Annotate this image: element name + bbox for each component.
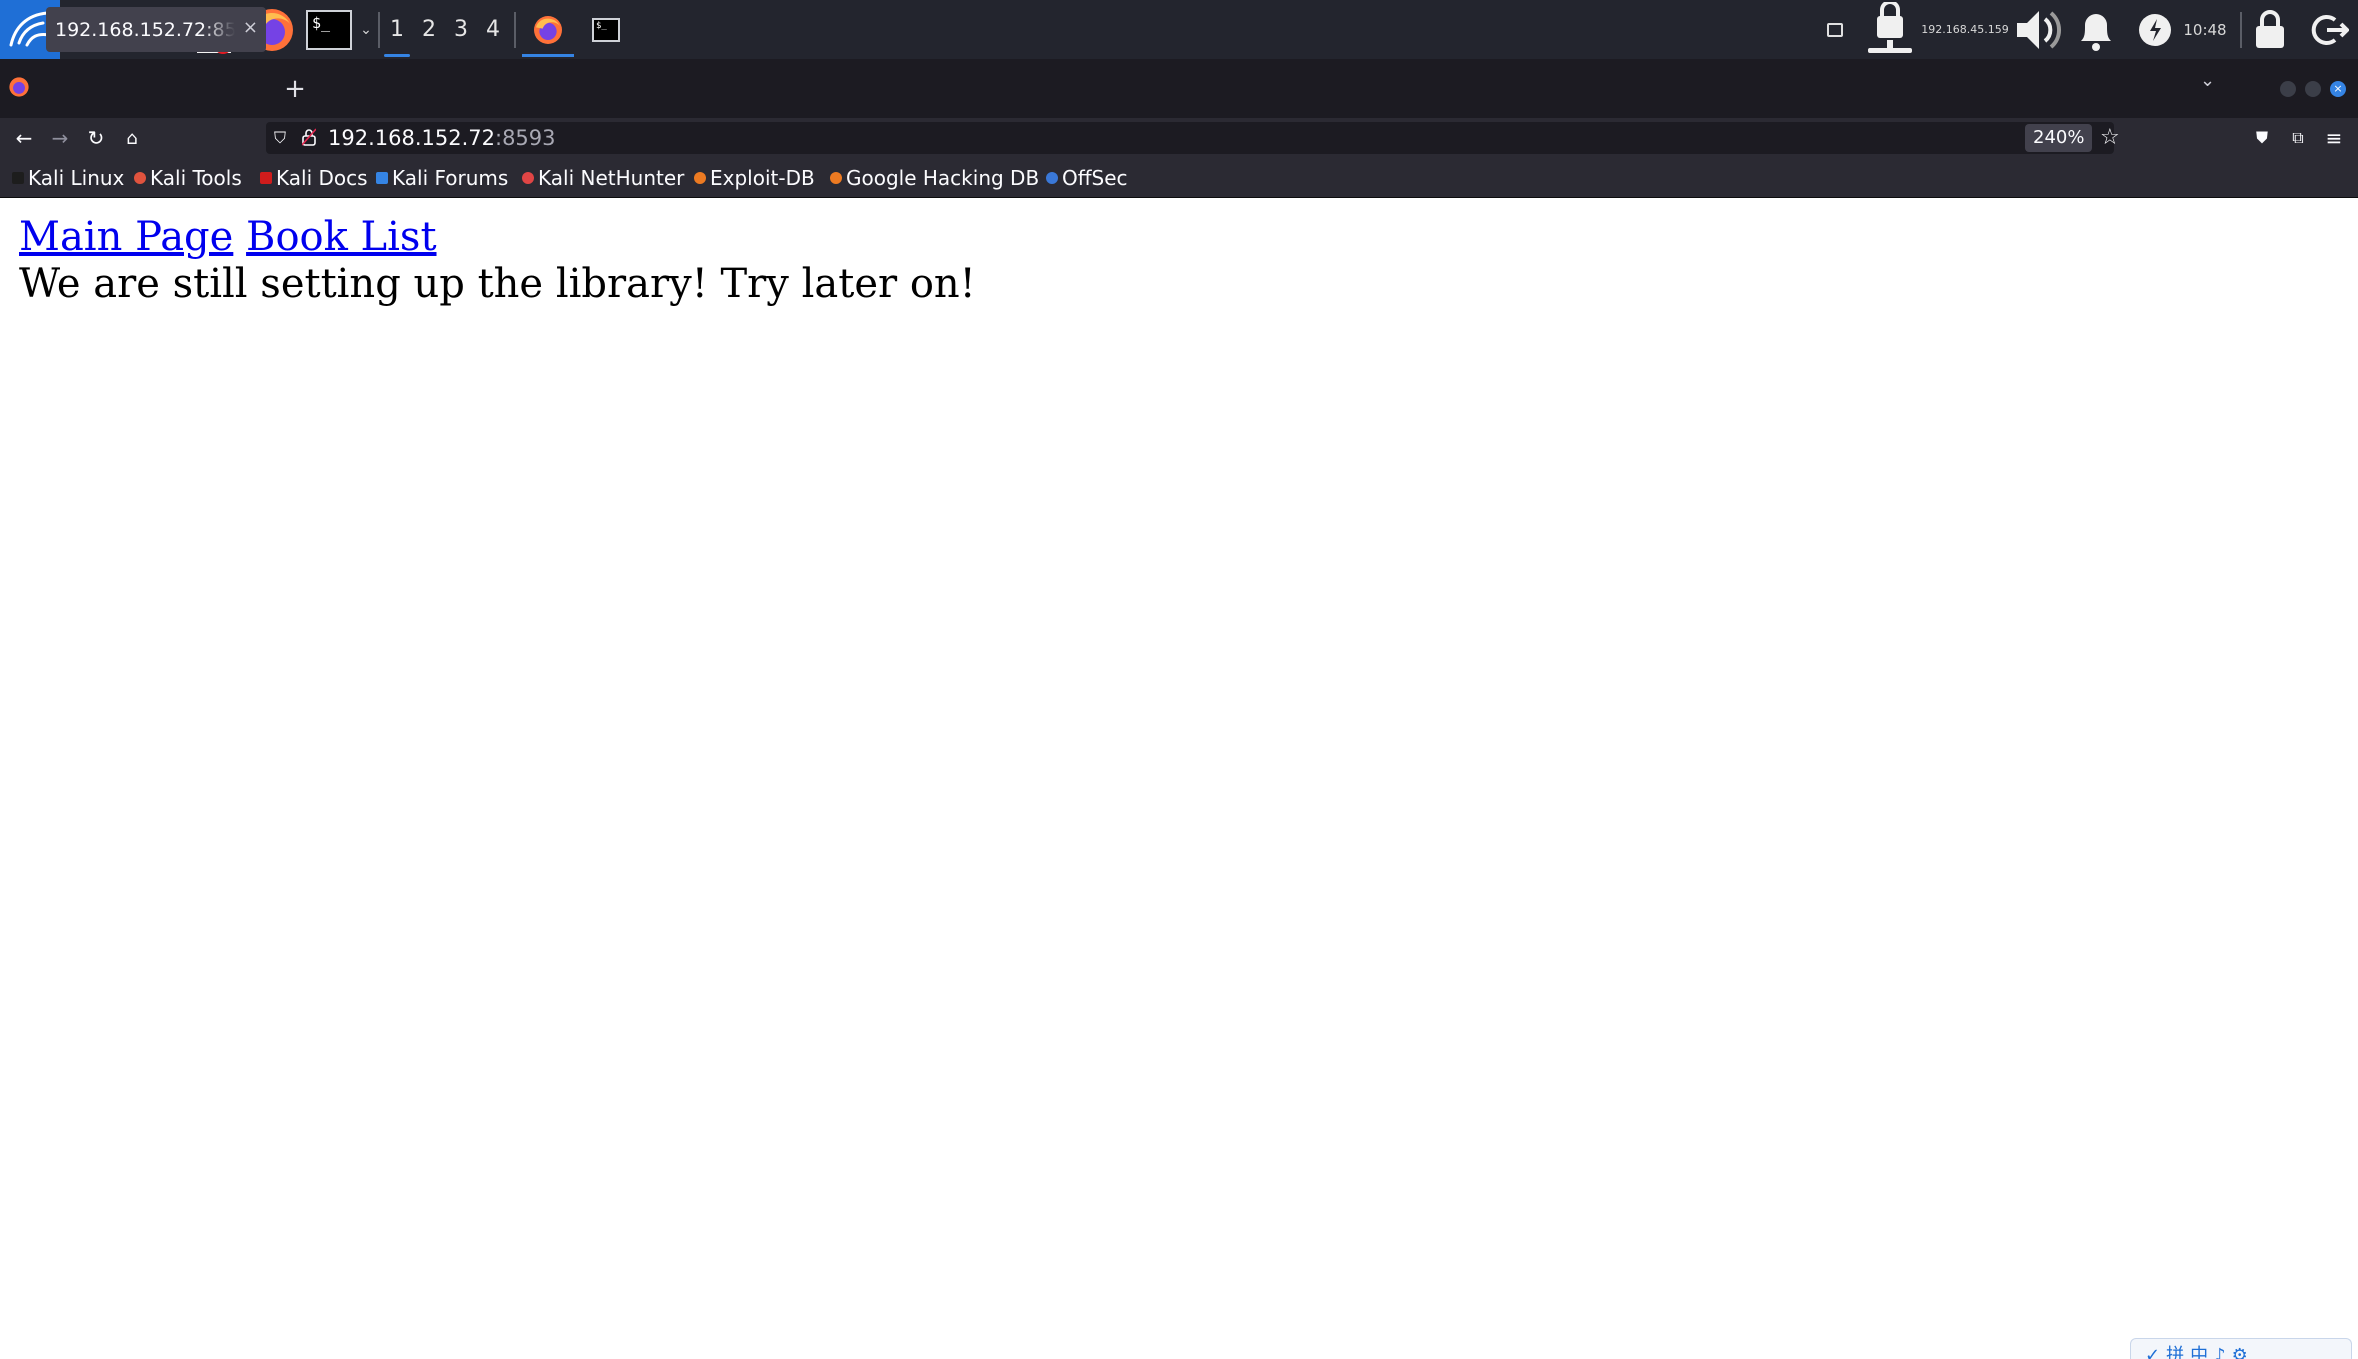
reload-button[interactable]: ↻ [78, 118, 114, 158]
kali-dragon-icon [12, 171, 24, 184]
bookmark-kali-tools[interactable]: Kali Tools [134, 158, 242, 197]
browser-tab-strip [0, 59, 2358, 118]
exploit-db-icon [694, 171, 706, 184]
tab-title: 192.168.152.72:8593 [55, 18, 235, 41]
panel-separator [2240, 12, 2242, 48]
kali-forums-icon [376, 171, 388, 184]
hamburger-menu-icon: ≡ [2325, 126, 2343, 150]
input-method-icons: ✓拼中♪⚙ [2145, 1345, 2254, 1359]
network-ip-address: 192.168.45.159 [1921, 23, 2009, 36]
workspace-2[interactable]: 2 [414, 0, 444, 59]
tab-close-button[interactable]: × [243, 17, 258, 38]
pocket-icon: ⛊ [2255, 128, 2268, 147]
taskbar-terminal-window[interactable]: $_ [586, 0, 626, 59]
firefox-view-button[interactable] [8, 76, 32, 100]
new-tab-button[interactable]: + [280, 66, 310, 111]
book-list-link[interactable]: Book List [246, 214, 436, 260]
extensions-button[interactable]: ⧉ [2280, 118, 2316, 158]
offsec-icon [1046, 171, 1058, 184]
firefox-icon [534, 15, 562, 44]
volume-icon[interactable] [2012, 0, 2064, 59]
forward-button[interactable]: → [42, 118, 78, 158]
bookmark-offsec[interactable]: OffSec [1046, 158, 1128, 197]
bookmark-kali-forums[interactable]: Kali Forums [376, 158, 508, 197]
terminal-launcher-button[interactable]: $_ [304, 0, 354, 59]
bookmark-star-icon[interactable]: ☆ [2100, 124, 2120, 152]
pocket-button[interactable]: ⛊ [2244, 118, 2280, 158]
kali-docs-icon [260, 171, 272, 184]
main-page-link[interactable]: Main Page [19, 214, 233, 260]
maximize-button[interactable] [2305, 81, 2321, 97]
tab-active[interactable]: 192.168.152.72:8593 × [46, 7, 266, 52]
app-menu-button[interactable]: ≡ [2316, 118, 2352, 158]
url-text[interactable]: 192.168.152.72:8593 [328, 124, 556, 152]
bookmark-exploit-db[interactable]: Exploit-DB [694, 158, 815, 197]
lock-screen-icon[interactable] [2248, 0, 2292, 59]
bookmark-kali-linux[interactable]: Kali Linux [12, 158, 124, 197]
clock[interactable]: 10:48 [2180, 0, 2230, 59]
home-icon: ⌂ [126, 127, 138, 149]
list-all-tabs-button[interactable]: ⌄ [2200, 70, 2215, 91]
home-button[interactable]: ⌂ [114, 118, 150, 158]
puzzle-icon: ⧉ [2292, 128, 2304, 147]
kali-tools-icon [134, 171, 146, 184]
workspace-3[interactable]: 3 [446, 0, 476, 59]
network-vpn-icon[interactable] [1862, 0, 1922, 59]
tracking-protection-shield-icon[interactable]: ⛉ [274, 128, 286, 148]
screen-capture-icon[interactable] [1820, 0, 1850, 59]
terminal-icon: $_ [306, 9, 352, 50]
zoom-level-button[interactable]: 240% [2025, 124, 2093, 152]
notifications-bell-icon[interactable] [2070, 0, 2122, 59]
firefox-icon [9, 77, 29, 97]
panel-separator [514, 12, 516, 48]
chevron-down-icon[interactable]: ⌄ [356, 0, 376, 59]
workspace-4[interactable]: 4 [478, 0, 508, 59]
arrow-right-icon: → [51, 126, 69, 150]
bookmark-google-hacking-db[interactable]: Google Hacking DB [830, 158, 1039, 197]
page-nav-links: Main Page Book List [19, 213, 437, 261]
close-window-button[interactable]: × [2330, 81, 2346, 97]
minimize-button[interactable] [2280, 81, 2296, 97]
lock-network-icon [1868, 1, 1912, 53]
logout-icon[interactable] [2304, 0, 2354, 59]
back-button[interactable]: ← [6, 118, 42, 158]
insecure-lock-icon[interactable] [301, 128, 317, 150]
taskbar-firefox-window[interactable] [518, 0, 578, 59]
power-manager-icon[interactable] [2136, 0, 2174, 59]
bookmark-kali-nethunter[interactable]: Kali NetHunter [522, 158, 684, 197]
panel-separator [378, 12, 380, 48]
page-viewport [0, 198, 2358, 1359]
workspace-1[interactable]: 1 [382, 0, 412, 59]
terminal-icon: $_ [592, 17, 620, 42]
ghdb-icon [830, 171, 842, 184]
bookmark-kali-docs[interactable]: Kali Docs [260, 158, 368, 197]
arrow-left-icon: ← [15, 126, 33, 150]
nethunter-icon [522, 171, 534, 184]
reload-icon: ↻ [87, 126, 105, 150]
page-message: We are still setting up the library! Try… [19, 261, 976, 307]
